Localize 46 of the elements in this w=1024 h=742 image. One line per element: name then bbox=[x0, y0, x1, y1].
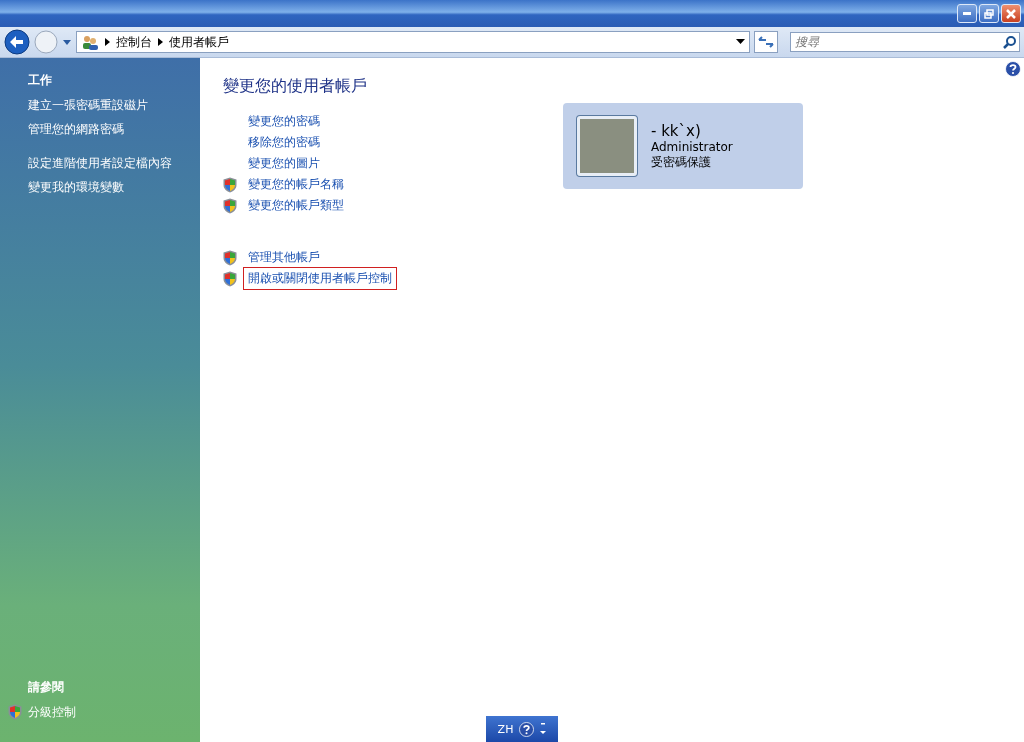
dropdown-icon[interactable] bbox=[736, 39, 745, 45]
account-name: - kk`x) bbox=[651, 121, 702, 140]
breadcrumb[interactable]: 控制台 bbox=[116, 33, 152, 51]
refresh-button[interactable] bbox=[754, 31, 778, 53]
shield-icon bbox=[223, 249, 237, 266]
task-link[interactable]: 移除您的密碼 bbox=[243, 131, 325, 154]
minimize-button[interactable] bbox=[957, 4, 977, 23]
address-bar[interactable]: 控制台 使用者帳戶 bbox=[76, 31, 750, 53]
back-button[interactable] bbox=[4, 29, 30, 55]
minimize-icon bbox=[963, 12, 971, 15]
options-icon[interactable] bbox=[540, 722, 547, 736]
task-link[interactable]: 變更我的環境變數 bbox=[28, 175, 124, 199]
task-link[interactable]: 變更您的圖片 bbox=[243, 152, 325, 175]
task-link[interactable]: 變更您的密碼 bbox=[243, 110, 325, 133]
search-icon[interactable] bbox=[1003, 36, 1016, 49]
shield-icon bbox=[223, 197, 237, 214]
restore-button[interactable] bbox=[979, 4, 999, 23]
refresh-icon bbox=[758, 35, 774, 49]
task-link[interactable]: 變更您的帳戶名稱 bbox=[243, 173, 349, 196]
task-link[interactable]: 開啟或關閉使用者帳戶控制 bbox=[243, 267, 397, 290]
search-field[interactable]: 搜尋 bbox=[790, 32, 1020, 52]
account-status: 受密碼保護 bbox=[651, 153, 712, 171]
help-icon[interactable] bbox=[1005, 61, 1021, 77]
shield-icon bbox=[223, 176, 237, 193]
tasks-heading: 工作 bbox=[28, 72, 53, 89]
avatar-placeholder bbox=[577, 116, 637, 176]
help-icon[interactable] bbox=[519, 721, 535, 737]
breadcrumb[interactable]: 使用者帳戶 bbox=[169, 33, 229, 51]
history-dropdown-icon[interactable] bbox=[62, 38, 72, 46]
breadcrumb-arrow-icon[interactable] bbox=[158, 38, 163, 46]
task-link[interactable]: 管理您的網路密碼 bbox=[28, 117, 124, 141]
shield-icon bbox=[8, 704, 22, 720]
see-also-heading: 請參閱 bbox=[28, 679, 65, 696]
account-type: Administrator bbox=[651, 139, 733, 154]
task-link[interactable]: 設定進階使用者設定檔內容 bbox=[28, 151, 172, 175]
task-link[interactable]: 建立一張密碼重設磁片 bbox=[28, 93, 148, 117]
language-indicator[interactable]: ZH bbox=[497, 722, 514, 736]
close-icon bbox=[1005, 7, 1017, 20]
restore-icon bbox=[984, 8, 994, 19]
task-link[interactable]: 管理其他帳戶 bbox=[243, 246, 325, 269]
page-title: 變更您的使用者帳戶 bbox=[223, 76, 368, 97]
shield-icon bbox=[223, 270, 237, 287]
users-icon bbox=[81, 34, 99, 50]
close-button[interactable] bbox=[1001, 4, 1021, 23]
breadcrumb-arrow-icon[interactable] bbox=[105, 38, 110, 46]
task-link[interactable]: 變更您的帳戶類型 bbox=[243, 194, 349, 217]
